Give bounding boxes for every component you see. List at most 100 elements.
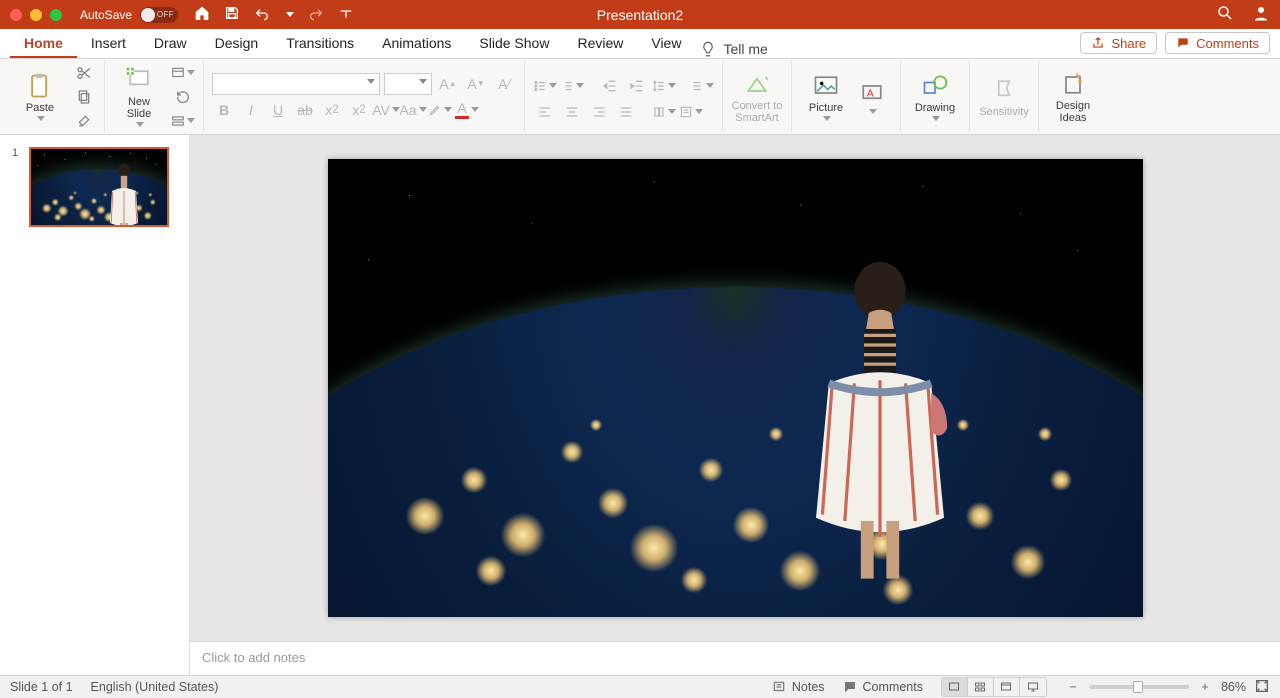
thumbnail-number: 1 [12, 147, 18, 159]
design-ideas-label: Design Ideas [1056, 100, 1090, 124]
comments-button[interactable]: Comments [1165, 32, 1270, 54]
person-illustration-thumb [104, 163, 144, 227]
tab-design[interactable]: Design [201, 29, 273, 58]
fit-window-icon [1254, 678, 1270, 694]
close-window-button[interactable] [10, 9, 22, 21]
tab-animations[interactable]: Animations [368, 29, 465, 58]
quick-access-toolbar [194, 5, 354, 24]
slide-canvas[interactable] [328, 159, 1143, 617]
font-name-combo[interactable] [212, 73, 380, 95]
tab-slide-show[interactable]: Slide Show [465, 29, 563, 58]
clear-formatting-button[interactable]: A⁄ [492, 73, 516, 95]
align-right-button[interactable] [587, 101, 611, 123]
justify-button[interactable] [614, 101, 638, 123]
tab-home[interactable]: Home [10, 29, 77, 58]
zoom-in-button[interactable]: + [1197, 680, 1213, 694]
bullets-icon [533, 78, 547, 94]
save-icon[interactable] [224, 5, 240, 24]
undo-dropdown-icon[interactable] [284, 5, 294, 24]
undo-icon[interactable] [254, 5, 270, 24]
redo-icon[interactable] [308, 5, 324, 24]
section-button[interactable] [171, 111, 195, 131]
align-right-icon [591, 104, 607, 120]
zoom-out-button[interactable]: − [1065, 680, 1081, 694]
tab-view[interactable]: View [637, 29, 695, 58]
zoom-percentage[interactable]: 86% [1221, 680, 1246, 694]
bold-button[interactable]: B [212, 99, 236, 121]
cut-button[interactable] [72, 63, 96, 83]
decrease-indent-button[interactable] [598, 75, 622, 97]
highlight-button[interactable] [428, 99, 452, 121]
italic-button[interactable]: I [239, 99, 263, 121]
line-spacing-icon [652, 78, 666, 94]
zoom-slider[interactable] [1089, 685, 1189, 689]
subscript-button[interactable]: x2 [347, 99, 371, 121]
search-icon[interactable] [1216, 4, 1234, 25]
drawing-button[interactable]: Drawing [909, 72, 961, 121]
line-spacing-button[interactable] [652, 75, 676, 97]
normal-view-button[interactable] [942, 678, 968, 696]
grow-font-button[interactable]: A▲ [436, 73, 460, 95]
share-icon [1091, 36, 1105, 50]
character-spacing-button[interactable]: AV [374, 99, 398, 121]
format-painter-button[interactable] [72, 111, 96, 131]
layout-button[interactable] [171, 63, 195, 83]
reset-button[interactable] [171, 87, 195, 107]
new-slide-button[interactable]: New Slide [113, 66, 165, 127]
sensitivity-button[interactable]: Sensitivity [978, 76, 1030, 118]
slide-canvas-area[interactable] [190, 135, 1280, 641]
underline-button[interactable]: U [266, 99, 290, 121]
tell-me-search[interactable]: Tell me [699, 40, 767, 58]
zoom-slider-thumb[interactable] [1133, 681, 1143, 693]
fit-to-window-button[interactable] [1254, 678, 1270, 697]
slide-counter[interactable]: Slide 1 of 1 [10, 680, 73, 694]
paste-button[interactable]: Paste [14, 72, 66, 121]
bullets-button[interactable] [533, 75, 557, 97]
picture-tools-button[interactable]: A [852, 79, 892, 114]
picture-icon [812, 72, 840, 100]
notes-toggle[interactable]: Notes [772, 680, 825, 694]
tab-review[interactable]: Review [563, 29, 637, 58]
language-indicator[interactable]: English (United States) [91, 680, 219, 694]
tab-draw[interactable]: Draw [140, 29, 201, 58]
copy-button[interactable] [72, 87, 96, 107]
qat-customize-icon[interactable] [338, 5, 354, 24]
font-color-button[interactable]: A [455, 99, 479, 121]
align-left-button[interactable] [533, 101, 557, 123]
superscript-button[interactable]: x2 [320, 99, 344, 121]
home-icon[interactable] [194, 5, 210, 24]
text-direction-button[interactable] [690, 75, 714, 97]
slideshow-view-button[interactable] [1020, 678, 1046, 696]
increase-indent-button[interactable] [625, 75, 649, 97]
zoom-window-button[interactable] [50, 9, 62, 21]
convert-to-smartart-button[interactable]: Convert to SmartArt [731, 70, 783, 124]
share-button[interactable]: Share [1080, 32, 1157, 54]
tab-transitions[interactable]: Transitions [272, 29, 368, 58]
tab-insert[interactable]: Insert [77, 29, 140, 58]
strikethrough-button[interactable]: ab [293, 99, 317, 121]
font-size-combo[interactable] [384, 73, 432, 95]
minimize-window-button[interactable] [30, 9, 42, 21]
align-center-button[interactable] [560, 101, 584, 123]
window-controls [10, 9, 62, 21]
numbering-button[interactable] [560, 75, 584, 97]
reading-view-button[interactable] [994, 678, 1020, 696]
notes-pane[interactable]: Click to add notes [190, 641, 1280, 675]
change-case-button[interactable]: Aa [401, 99, 425, 121]
align-text-button[interactable] [679, 101, 703, 123]
shrink-font-button[interactable]: A▼ [464, 73, 488, 95]
reading-view-icon [999, 681, 1013, 693]
comments-toggle[interactable]: Comments [843, 680, 923, 694]
slide-thumbnail-panel[interactable]: 1 [0, 135, 190, 675]
slide-sorter-view-button[interactable] [968, 678, 994, 696]
slide-thumbnail-1[interactable] [29, 147, 169, 227]
sorter-view-icon [973, 681, 987, 693]
new-slide-icon [125, 66, 153, 94]
smartart-group: Convert to SmartArt [723, 61, 792, 132]
autosave-toggle[interactable]: OFF [140, 7, 178, 23]
account-icon[interactable] [1252, 4, 1270, 25]
columns-button[interactable] [652, 101, 676, 123]
autosave-toggle-knob [141, 8, 155, 22]
picture-button[interactable]: Picture [800, 72, 852, 121]
design-ideas-button[interactable]: Design Ideas [1047, 70, 1099, 124]
